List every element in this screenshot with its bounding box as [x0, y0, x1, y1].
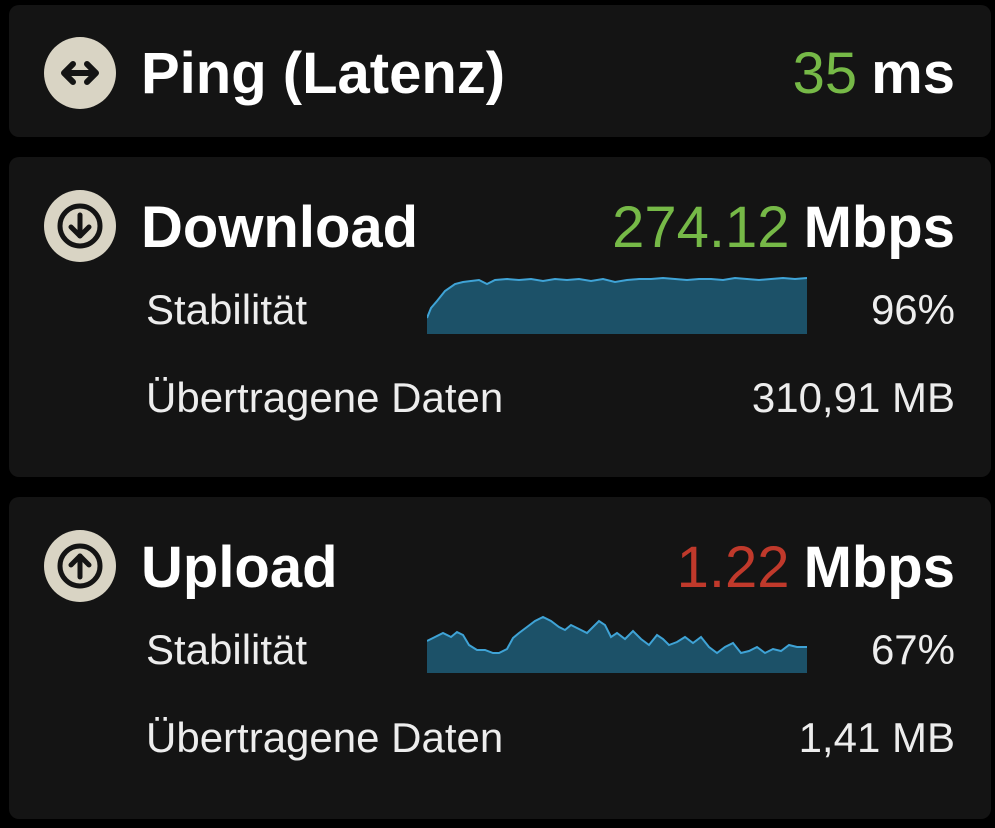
download-card: Download 274.12 Mbps Stabilität 96% Übert…: [9, 157, 991, 477]
download-value: 274.12: [612, 195, 790, 260]
arrow-up-circle-icon: [44, 530, 116, 602]
ping-value: 35: [792, 41, 858, 106]
download-data-value: 310,91 MB: [751, 374, 955, 421]
download-unit: Mbps: [803, 195, 955, 260]
ping-value-group: 35 ms: [793, 45, 955, 103]
upload-stability-chart: [427, 615, 807, 673]
download-stability-value: 96%: [870, 286, 955, 333]
upload-data-value: 1,41 MB: [798, 714, 955, 761]
download-data-label: Übertragene Daten: [146, 374, 504, 421]
ping-unit: ms: [871, 41, 955, 106]
ping-title: Ping (Latenz): [141, 41, 506, 106]
ping-card: Ping (Latenz) 35 ms: [9, 5, 991, 137]
upload-data-label: Übertragene Daten: [146, 714, 504, 761]
download-stability-label: Stabilität: [146, 286, 308, 333]
upload-unit: Mbps: [803, 535, 955, 600]
upload-stability-value: 67%: [870, 626, 955, 673]
download-title: Download: [141, 195, 419, 260]
horizontal-double-arrow-icon: [44, 37, 116, 109]
upload-card: Upload 1.22 Mbps Stabilität 67% Übertrage…: [9, 497, 991, 819]
upload-stability-label: Stabilität: [146, 626, 308, 673]
download-stability-chart: [427, 276, 807, 334]
download-value-group: 274.12 Mbps: [612, 199, 955, 257]
upload-title: Upload: [141, 535, 338, 600]
arrow-down-circle-icon: [44, 190, 116, 262]
upload-value-group: 1.22 Mbps: [677, 539, 955, 597]
upload-value: 1.22: [676, 535, 790, 600]
